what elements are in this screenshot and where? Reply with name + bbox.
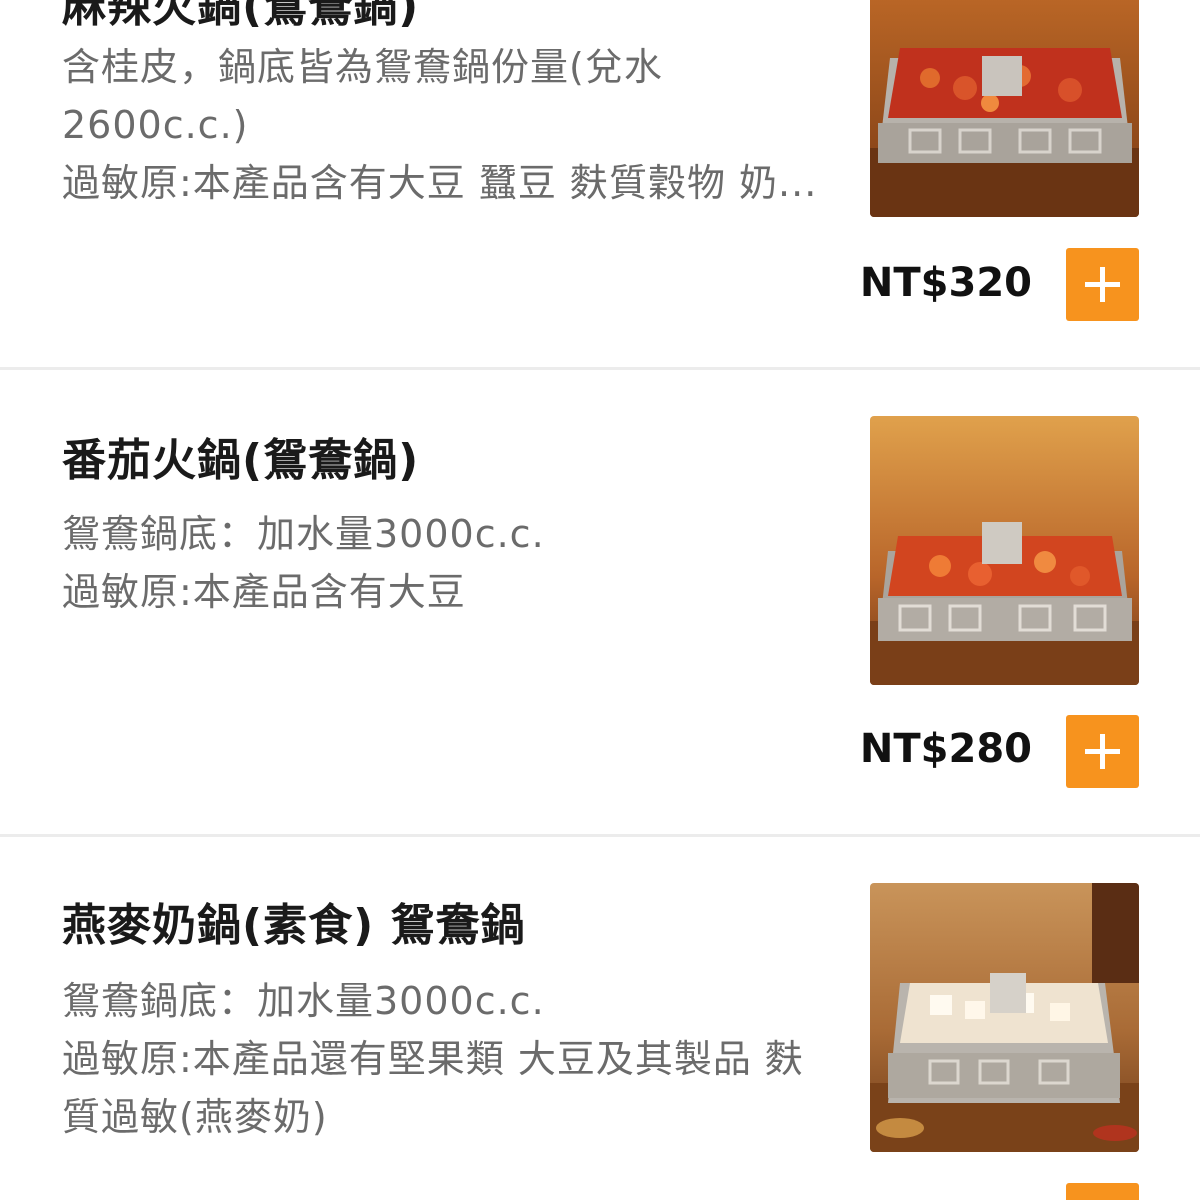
item-description: 鴛鴦鍋底：加水量3000c.c. 過敏原:本產品還有堅果類 大豆及其製品 麩 質… [62, 972, 832, 1146]
description-line: 2600c.c.) [62, 103, 249, 147]
add-to-cart-button[interactable] [1066, 248, 1139, 321]
description-line: 過敏原:本產品含有大豆 [62, 570, 466, 614]
item-price: NT$320 [859, 260, 1032, 306]
menu-item[interactable]: 番茄火鍋(鴛鴦鍋) 鴛鴦鍋底：加水量3000c.c. 過敏原:本產品含有大豆 N… [0, 370, 1200, 834]
item-description: 含桂皮，鍋底皆為鴛鴦鍋份量(兌水 2600c.c.) 過敏原:本產品含有大豆 蠶… [62, 38, 832, 212]
spicy-hotpot-image [870, 0, 1139, 217]
description-line: 過敏原:本產品還有堅果類 大豆及其製品 麩 [62, 1037, 804, 1081]
item-title: 燕麥奶鍋(素食) 鴛鴦鍋 [62, 900, 526, 951]
tomato-hotpot-image [870, 416, 1139, 685]
menu-item[interactable]: 麻辣火鍋(鴛鴦鍋) 含桂皮，鍋底皆為鴛鴦鍋份量(兌水 2600c.c.) 過敏原… [0, 0, 1200, 368]
description-line: 鴛鴦鍋底：加水量3000c.c. [62, 979, 545, 1023]
item-price: NT$280 [859, 726, 1032, 772]
description-line: 質過敏(燕麥奶) [62, 1095, 328, 1139]
description-line: 過敏原:本產品含有大豆 蠶豆 麩質穀物 奶... [62, 161, 818, 205]
item-description: 鴛鴦鍋底：加水量3000c.c. 過敏原:本產品含有大豆 [62, 505, 832, 621]
menu-page: 麻辣火鍋(鴛鴦鍋) 含桂皮，鍋底皆為鴛鴦鍋份量(兌水 2600c.c.) 過敏原… [0, 0, 1200, 1200]
oat-milk-hotpot-image [870, 883, 1139, 1152]
add-to-cart-button[interactable] [1066, 715, 1139, 788]
add-to-cart-button[interactable] [1066, 1183, 1139, 1200]
description-line: 含桂皮，鍋底皆為鴛鴦鍋份量(兌水 [62, 45, 663, 89]
item-title: 番茄火鍋(鴛鴦鍋) [62, 435, 420, 486]
menu-item[interactable]: 燕麥奶鍋(素食) 鴛鴦鍋 鴛鴦鍋底：加水量3000c.c. 過敏原:本產品還有堅… [0, 837, 1200, 1200]
item-title: 麻辣火鍋(鴛鴦鍋) [62, 0, 420, 32]
description-line: 鴛鴦鍋底：加水量3000c.c. [62, 512, 545, 556]
